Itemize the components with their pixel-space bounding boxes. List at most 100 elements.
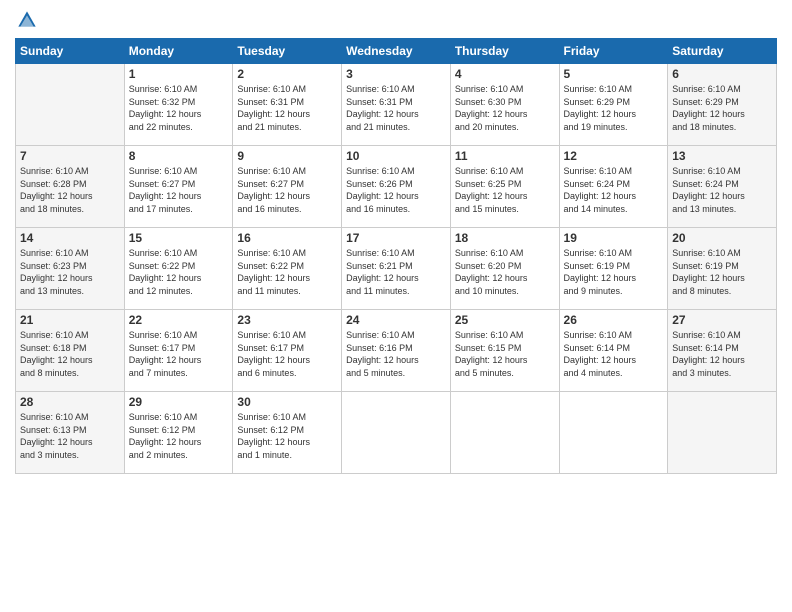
- day-info: Sunrise: 6:10 AM Sunset: 6:24 PM Dayligh…: [672, 165, 772, 215]
- day-cell: 23 Sunrise: 6:10 AM Sunset: 6:17 PM Dayli…: [233, 310, 342, 392]
- day-cell: 20 Sunrise: 6:10 AM Sunset: 6:19 PM Dayli…: [668, 228, 777, 310]
- day-cell: [342, 392, 451, 474]
- header-cell-tuesday: Tuesday: [233, 39, 342, 64]
- day-cell: [668, 392, 777, 474]
- day-number: 20: [672, 231, 772, 245]
- day-number: 1: [129, 67, 229, 81]
- day-info: Sunrise: 6:10 AM Sunset: 6:19 PM Dayligh…: [672, 247, 772, 297]
- header-row: SundayMondayTuesdayWednesdayThursdayFrid…: [16, 39, 777, 64]
- day-cell: 14 Sunrise: 6:10 AM Sunset: 6:23 PM Dayli…: [16, 228, 125, 310]
- week-row-3: 21 Sunrise: 6:10 AM Sunset: 6:18 PM Dayli…: [16, 310, 777, 392]
- day-cell: 19Sunrise: 6:10 AM Sunset: 6:19 PM Dayli…: [559, 228, 668, 310]
- day-cell: 11 Sunrise: 6:10 AM Sunset: 6:25 PM Dayli…: [450, 146, 559, 228]
- day-number: 17: [346, 231, 446, 245]
- day-info: Sunrise: 6:10 AM Sunset: 6:14 PM Dayligh…: [564, 329, 664, 379]
- day-number: 10: [346, 149, 446, 163]
- day-info: Sunrise: 6:10 AM Sunset: 6:28 PM Dayligh…: [20, 165, 120, 215]
- week-row-2: 14 Sunrise: 6:10 AM Sunset: 6:23 PM Dayli…: [16, 228, 777, 310]
- day-number: 5: [564, 67, 664, 81]
- day-cell: 21 Sunrise: 6:10 AM Sunset: 6:18 PM Dayli…: [16, 310, 125, 392]
- day-cell: 30 Sunrise: 6:10 AM Sunset: 6:12 PM Dayli…: [233, 392, 342, 474]
- day-number: 25: [455, 313, 555, 327]
- day-cell: 3 Sunrise: 6:10 AM Sunset: 6:31 PM Daylig…: [342, 64, 451, 146]
- day-cell: 16 Sunrise: 6:10 AM Sunset: 6:22 PM Dayli…: [233, 228, 342, 310]
- day-number: 21: [20, 313, 120, 327]
- day-info: Sunrise: 6:10 AM Sunset: 6:27 PM Dayligh…: [237, 165, 337, 215]
- day-number: 24: [346, 313, 446, 327]
- day-cell: 25 Sunrise: 6:10 AM Sunset: 6:15 PM Dayli…: [450, 310, 559, 392]
- day-number: 22: [129, 313, 229, 327]
- day-info: Sunrise: 6:10 AM Sunset: 6:27 PM Dayligh…: [129, 165, 229, 215]
- day-number: 23: [237, 313, 337, 327]
- day-info: Sunrise: 6:10 AM Sunset: 6:29 PM Dayligh…: [564, 83, 664, 133]
- day-number: 4: [455, 67, 555, 81]
- day-number: 8: [129, 149, 229, 163]
- day-info: Sunrise: 6:10 AM Sunset: 6:16 PM Dayligh…: [346, 329, 446, 379]
- day-info: Sunrise: 6:10 AM Sunset: 6:31 PM Dayligh…: [346, 83, 446, 133]
- day-info: Sunrise: 6:10 AM Sunset: 6:17 PM Dayligh…: [129, 329, 229, 379]
- week-row-0: 1Sunrise: 6:10 AM Sunset: 6:32 PM Daylig…: [16, 64, 777, 146]
- day-cell: 17 Sunrise: 6:10 AM Sunset: 6:21 PM Dayli…: [342, 228, 451, 310]
- day-info: Sunrise: 6:10 AM Sunset: 6:29 PM Dayligh…: [672, 83, 772, 133]
- day-cell: 27Sunrise: 6:10 AM Sunset: 6:14 PM Dayli…: [668, 310, 777, 392]
- day-info: Sunrise: 6:10 AM Sunset: 6:22 PM Dayligh…: [237, 247, 337, 297]
- day-info: Sunrise: 6:10 AM Sunset: 6:15 PM Dayligh…: [455, 329, 555, 379]
- day-info: Sunrise: 6:10 AM Sunset: 6:13 PM Dayligh…: [20, 411, 120, 461]
- day-cell: 29 Sunrise: 6:10 AM Sunset: 6:12 PM Dayli…: [124, 392, 233, 474]
- day-number: 12: [564, 149, 664, 163]
- day-info: Sunrise: 6:10 AM Sunset: 6:21 PM Dayligh…: [346, 247, 446, 297]
- day-cell: 13 Sunrise: 6:10 AM Sunset: 6:24 PM Dayli…: [668, 146, 777, 228]
- day-info: Sunrise: 6:10 AM Sunset: 6:14 PM Dayligh…: [672, 329, 772, 379]
- day-cell: 7 Sunrise: 6:10 AM Sunset: 6:28 PM Daylig…: [16, 146, 125, 228]
- day-cell: 1Sunrise: 6:10 AM Sunset: 6:32 PM Daylig…: [124, 64, 233, 146]
- week-row-1: 7 Sunrise: 6:10 AM Sunset: 6:28 PM Daylig…: [16, 146, 777, 228]
- day-cell: 10 Sunrise: 6:10 AM Sunset: 6:26 PM Dayli…: [342, 146, 451, 228]
- day-info: Sunrise: 6:10 AM Sunset: 6:20 PM Dayligh…: [455, 247, 555, 297]
- day-cell: 6 Sunrise: 6:10 AM Sunset: 6:29 PM Daylig…: [668, 64, 777, 146]
- header-cell-thursday: Thursday: [450, 39, 559, 64]
- day-cell: 4Sunrise: 6:10 AM Sunset: 6:30 PM Daylig…: [450, 64, 559, 146]
- day-cell: 24 Sunrise: 6:10 AM Sunset: 6:16 PM Dayli…: [342, 310, 451, 392]
- day-cell: 18 Sunrise: 6:10 AM Sunset: 6:20 PM Dayli…: [450, 228, 559, 310]
- day-info: Sunrise: 6:10 AM Sunset: 6:23 PM Dayligh…: [20, 247, 120, 297]
- week-row-4: 28 Sunrise: 6:10 AM Sunset: 6:13 PM Dayli…: [16, 392, 777, 474]
- day-number: 14: [20, 231, 120, 245]
- day-info: Sunrise: 6:10 AM Sunset: 6:12 PM Dayligh…: [129, 411, 229, 461]
- day-cell: 8 Sunrise: 6:10 AM Sunset: 6:27 PM Daylig…: [124, 146, 233, 228]
- day-info: Sunrise: 6:10 AM Sunset: 6:18 PM Dayligh…: [20, 329, 120, 379]
- day-cell: [450, 392, 559, 474]
- day-cell: 9 Sunrise: 6:10 AM Sunset: 6:27 PM Daylig…: [233, 146, 342, 228]
- day-number: 13: [672, 149, 772, 163]
- day-number: 19: [564, 231, 664, 245]
- day-info: Sunrise: 6:10 AM Sunset: 6:31 PM Dayligh…: [237, 83, 337, 133]
- day-number: 9: [237, 149, 337, 163]
- day-info: Sunrise: 6:10 AM Sunset: 6:12 PM Dayligh…: [237, 411, 337, 461]
- day-number: 30: [237, 395, 337, 409]
- day-number: 29: [129, 395, 229, 409]
- header-cell-friday: Friday: [559, 39, 668, 64]
- day-cell: 5 Sunrise: 6:10 AM Sunset: 6:29 PM Daylig…: [559, 64, 668, 146]
- day-info: Sunrise: 6:10 AM Sunset: 6:26 PM Dayligh…: [346, 165, 446, 215]
- day-number: 18: [455, 231, 555, 245]
- day-info: Sunrise: 6:10 AM Sunset: 6:17 PM Dayligh…: [237, 329, 337, 379]
- logo-icon: [17, 10, 37, 30]
- day-info: Sunrise: 6:10 AM Sunset: 6:25 PM Dayligh…: [455, 165, 555, 215]
- day-cell: 2 Sunrise: 6:10 AM Sunset: 6:31 PM Daylig…: [233, 64, 342, 146]
- day-info: Sunrise: 6:10 AM Sunset: 6:24 PM Dayligh…: [564, 165, 664, 215]
- day-cell: [559, 392, 668, 474]
- day-cell: 12 Sunrise: 6:10 AM Sunset: 6:24 PM Dayli…: [559, 146, 668, 228]
- day-number: 11: [455, 149, 555, 163]
- day-cell: 28 Sunrise: 6:10 AM Sunset: 6:13 PM Dayli…: [16, 392, 125, 474]
- day-number: 15: [129, 231, 229, 245]
- day-number: 6: [672, 67, 772, 81]
- day-number: 2: [237, 67, 337, 81]
- header-cell-saturday: Saturday: [668, 39, 777, 64]
- day-number: 3: [346, 67, 446, 81]
- day-number: 7: [20, 149, 120, 163]
- day-info: Sunrise: 6:10 AM Sunset: 6:22 PM Dayligh…: [129, 247, 229, 297]
- page: SundayMondayTuesdayWednesdayThursdayFrid…: [0, 0, 792, 612]
- header: [15, 10, 777, 30]
- day-number: 28: [20, 395, 120, 409]
- calendar-table: SundayMondayTuesdayWednesdayThursdayFrid…: [15, 38, 777, 474]
- day-number: 16: [237, 231, 337, 245]
